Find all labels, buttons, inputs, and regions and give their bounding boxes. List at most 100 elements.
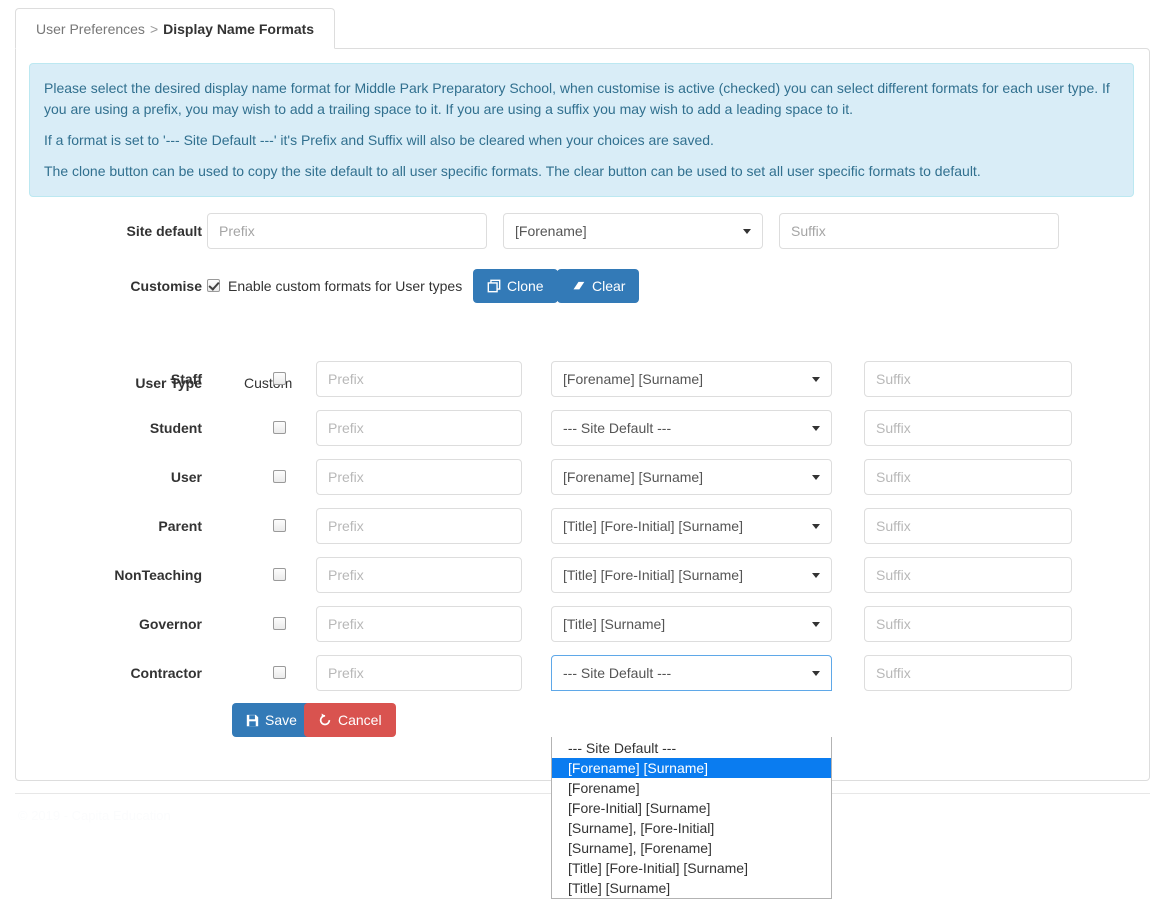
suffix-input-student[interactable] <box>864 410 1072 446</box>
save-button-label: Save <box>265 712 297 728</box>
custom-checkbox-user[interactable] <box>273 470 286 483</box>
chevron-down-icon <box>812 425 820 431</box>
format-select-student[interactable]: --- Site Default --- <box>551 410 832 446</box>
enable-custom-formats-label: Enable custom formats for User types <box>228 278 463 294</box>
suffix-input-user[interactable] <box>864 459 1072 495</box>
cancel-button-label: Cancel <box>338 712 382 728</box>
save-icon <box>246 714 259 727</box>
chevron-down-icon <box>743 228 751 234</box>
format-select-value: [Forename] [Surname] <box>563 371 704 387</box>
suffix-input-staff[interactable] <box>864 361 1072 397</box>
alert-line-2: If a format is set to '--- Site Default … <box>44 132 714 148</box>
format-select-user[interactable]: [Forename] [Surname] <box>551 459 832 495</box>
prefix-input-user[interactable] <box>316 459 522 495</box>
dropdown-option[interactable]: [Forename] <box>552 778 831 798</box>
dropdown-option[interactable]: [Title] [Fore-Initial] [Surname] <box>552 858 831 878</box>
prefix-input-parent[interactable] <box>316 508 522 544</box>
chevron-down-icon <box>812 670 820 676</box>
dropdown-option[interactable]: [Surname], [Forename] <box>552 838 831 858</box>
save-button[interactable]: Save <box>232 703 311 737</box>
prefix-input-contractor[interactable] <box>316 655 522 691</box>
customise-row: Customise Enable custom formats for User… <box>16 268 1151 304</box>
site-default-suffix-input[interactable] <box>779 213 1059 249</box>
suffix-input-parent[interactable] <box>864 508 1072 544</box>
format-select-parent[interactable]: [Title] [Fore-Initial] [Surname] <box>551 508 832 544</box>
prefix-input-nonteaching[interactable] <box>316 557 522 593</box>
custom-checkbox-governor[interactable] <box>273 617 286 630</box>
undo-icon <box>318 713 332 727</box>
usertype-label-parent: Parent <box>158 518 202 534</box>
usertype-label-user: User <box>170 469 202 485</box>
content-panel: Please select the desired display name f… <box>15 48 1151 899</box>
cancel-button[interactable]: Cancel <box>304 703 396 737</box>
format-select-nonteaching[interactable]: [Title] [Fore-Initial] [Surname] <box>551 557 832 593</box>
chevron-down-icon <box>812 376 820 382</box>
usertype-row: Staff [Forename] [Surname] <box>16 361 1151 397</box>
chevron-down-icon <box>812 523 820 529</box>
site-default-label: Site default <box>126 223 202 239</box>
usertype-row: Parent [Title] [Fore-Initial] [Surname] <box>16 508 1151 544</box>
dropdown-option[interactable]: [Fore-Initial] [Surname] <box>552 798 831 818</box>
format-select-governor[interactable]: [Title] [Surname] <box>551 606 832 642</box>
usertype-label-nonteaching: NonTeaching <box>114 567 202 583</box>
usertype-row: Contractor --- Site Default --- <box>16 655 1151 691</box>
chevron-down-icon <box>812 621 820 627</box>
chevron-down-icon <box>812 572 820 578</box>
usertype-label-governor: Governor <box>138 616 202 632</box>
alert-line-3: The clone button can be used to copy the… <box>44 163 981 179</box>
enable-custom-formats-checkbox[interactable] <box>207 279 220 292</box>
site-default-format-value: [Forename] <box>515 223 587 239</box>
tab-strip: User Preferences > Display Name Formats <box>15 8 1150 49</box>
site-default-format-select[interactable]: [Forename] <box>503 213 763 249</box>
format-select-staff[interactable]: [Forename] [Surname] <box>551 361 832 397</box>
format-select-value: [Title] [Fore-Initial] [Surname] <box>563 567 743 583</box>
format-select-value: [Title] [Fore-Initial] [Surname] <box>563 518 743 534</box>
clone-button[interactable]: Clone <box>473 269 558 303</box>
breadcrumb[interactable]: User Preferences > Display Name Formats <box>15 8 336 49</box>
usertype-row: Student --- Site Default --- <box>16 410 1151 446</box>
alert-line-1: Please select the desired display name f… <box>44 80 1110 117</box>
info-alert: Please select the desired display name f… <box>29 63 1134 197</box>
prefix-input-governor[interactable] <box>316 606 522 642</box>
eraser-icon <box>571 279 586 293</box>
custom-checkbox-student[interactable] <box>273 421 286 434</box>
format-select-value: --- Site Default --- <box>563 665 672 681</box>
usertype-label-contractor: Contractor <box>130 665 202 681</box>
custom-checkbox-parent[interactable] <box>273 519 286 532</box>
suffix-input-nonteaching[interactable] <box>864 557 1072 593</box>
clone-button-label: Clone <box>507 278 544 294</box>
dropdown-option[interactable]: [Forename] [Surname] <box>552 758 831 778</box>
form-actions: Save Cancel <box>16 703 1151 739</box>
custom-checkbox-contractor[interactable] <box>273 666 286 679</box>
breadcrumb-parent[interactable]: User Preferences <box>36 21 145 37</box>
usertype-row: User [Forename] [Surname] <box>16 459 1151 495</box>
format-select-value: [Forename] [Surname] <box>563 469 704 485</box>
prefix-input-student[interactable] <box>316 410 522 446</box>
prefix-input-staff[interactable] <box>316 361 522 397</box>
format-dropdown-list[interactable]: --- Site Default --- [Forename] [Surname]… <box>551 737 832 899</box>
usertype-label-student: Student <box>149 420 202 436</box>
custom-checkbox-nonteaching[interactable] <box>273 568 286 581</box>
format-select-value: [Title] [Surname] <box>563 616 666 632</box>
clone-icon <box>487 279 501 293</box>
format-select-contractor[interactable]: --- Site Default --- <box>551 655 832 691</box>
customise-label: Customise <box>130 278 202 294</box>
dropdown-option[interactable]: --- Site Default --- <box>552 738 831 758</box>
dropdown-option[interactable]: [Surname], [Fore-Initial] <box>552 818 831 838</box>
suffix-input-governor[interactable] <box>864 606 1072 642</box>
suffix-input-contractor[interactable] <box>864 655 1072 691</box>
site-default-prefix-input[interactable] <box>207 213 487 249</box>
clear-button-label: Clear <box>592 278 626 294</box>
usertype-row: NonTeaching [Title] [Fore-Initial] [Surna… <box>16 557 1151 593</box>
breadcrumb-separator: > <box>149 20 159 37</box>
format-select-value: --- Site Default --- <box>563 420 672 436</box>
dropdown-option[interactable]: [Title] [Surname] <box>552 878 831 898</box>
custom-checkbox-staff[interactable] <box>273 372 286 385</box>
breadcrumb-current: Display Name Formats <box>163 20 315 37</box>
site-default-row: Site default [Forename] <box>16 213 1151 249</box>
usertype-label-staff: Staff <box>170 371 202 387</box>
usertype-row: Governor [Title] [Surname] <box>16 606 1151 642</box>
clear-button[interactable]: Clear <box>557 269 640 303</box>
footer-text: © 2019 - Capita Education <box>18 808 171 823</box>
chevron-down-icon <box>812 474 820 480</box>
